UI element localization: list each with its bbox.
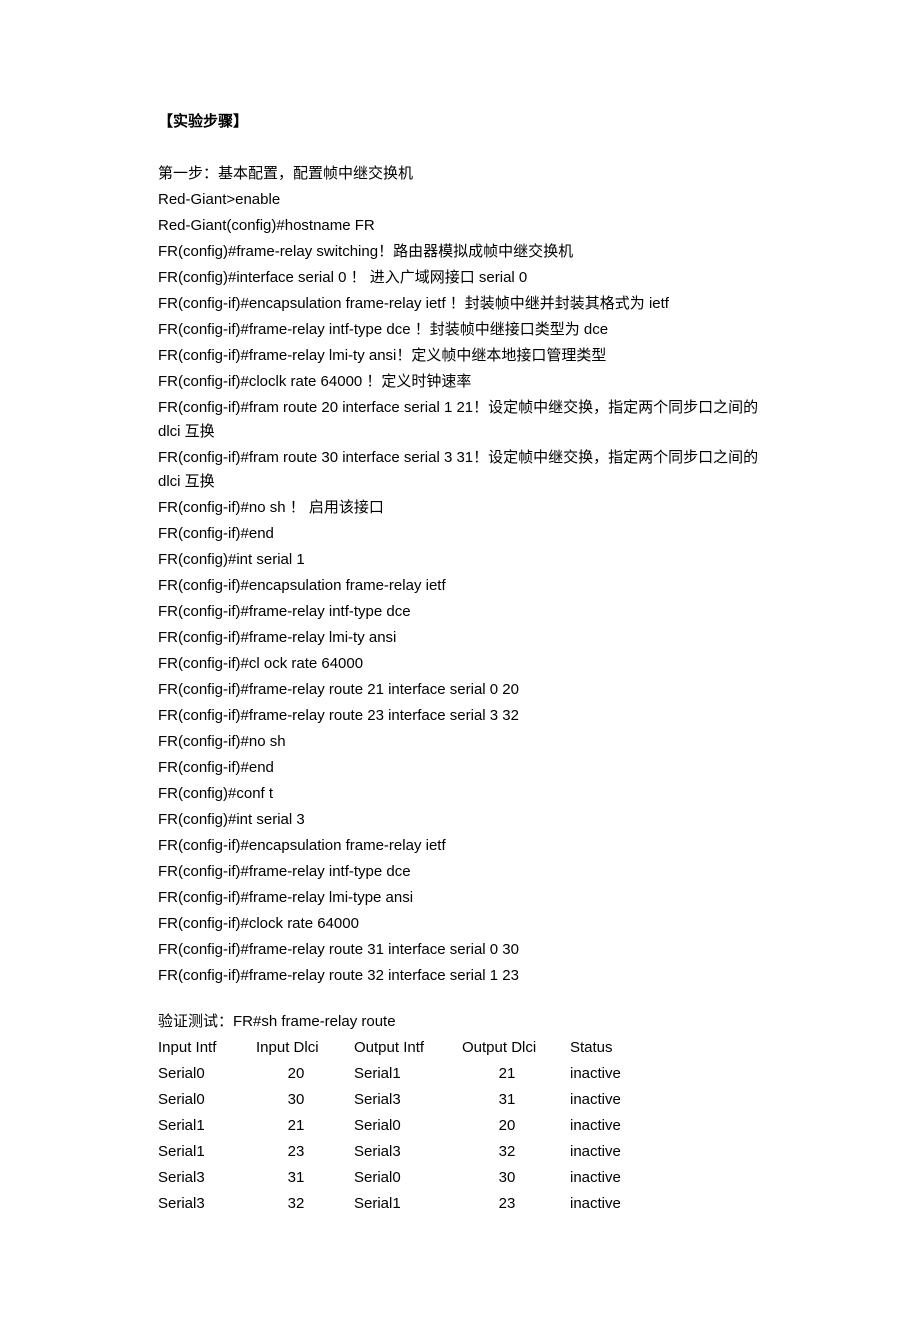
code-line: FR(config-if)#frame-relay route 31 inter… (158, 938, 762, 962)
code-line: FR(config-if)#frame-relay lmi-type ansi (158, 886, 762, 910)
cell: Serial3 (354, 1140, 462, 1166)
cell: 32 (256, 1192, 354, 1218)
code-line: FR(config)#frame-relay switching！路由器模拟成帧… (158, 240, 762, 264)
cell: 21 (256, 1114, 354, 1140)
code-line: FR(config-if)#cloclk rate 64000 ！定义时钟速率 (158, 370, 762, 394)
col-status: Status (570, 1036, 648, 1062)
table-header-row: Input Intf Input Dlci Output Intf Output… (158, 1036, 648, 1062)
cell: inactive (570, 1166, 648, 1192)
cell: inactive (570, 1088, 648, 1114)
cell: 23 (256, 1140, 354, 1166)
col-output-intf: Output Intf (354, 1036, 462, 1062)
cell: Serial3 (158, 1166, 256, 1192)
step1-title: 第一步：基本配置，配置帧中继交换机 (158, 162, 762, 186)
cell: Serial3 (158, 1192, 256, 1218)
cell: Serial1 (354, 1062, 462, 1088)
code-line: FR(config-if)#frame-relay intf-type dce (158, 600, 762, 624)
code-line: FR(config-if)#encapsulation frame-relay … (158, 292, 762, 316)
cell: 32 (462, 1140, 570, 1166)
code-line: FR(config-if)#clock rate 64000 (158, 912, 762, 936)
table-row: Serial1 21 Serial0 20 inactive (158, 1114, 648, 1140)
code-line: FR(config-if)#end (158, 756, 762, 780)
code-line: FR(config-if)#frame-relay route 23 inter… (158, 704, 762, 728)
code-line: FR(config-if)#cl ock rate 64000 (158, 652, 762, 676)
code-line: Red-Giant>enable (158, 188, 762, 212)
code-line: FR(config-if)#frame-relay intf-type dce (158, 860, 762, 884)
cell: Serial3 (354, 1088, 462, 1114)
col-input-intf: Input Intf (158, 1036, 256, 1062)
cell: 20 (256, 1062, 354, 1088)
code-line: FR(config)#int serial 1 (158, 548, 762, 572)
cell: inactive (570, 1140, 648, 1166)
code-line: FR(config-if)#no sh ！ 启用该接口 (158, 496, 762, 520)
cell: 23 (462, 1192, 570, 1218)
cell: inactive (570, 1192, 648, 1218)
table-row: Serial1 23 Serial3 32 inactive (158, 1140, 648, 1166)
code-line: FR(config-if)#frame-relay lmi-ty ansi！定义… (158, 344, 762, 368)
code-line: FR(config-if)#frame-relay intf-type dce … (158, 318, 762, 342)
verify-title: 验证测试：FR#sh frame-relay route (158, 1010, 762, 1034)
code-line: FR(config-if)#frame-relay route 21 inter… (158, 678, 762, 702)
cell: inactive (570, 1062, 648, 1088)
code-line: FR(config-if)#frame-relay route 32 inter… (158, 964, 762, 988)
table-row: Serial0 20 Serial1 21 inactive (158, 1062, 648, 1088)
frame-relay-route-table: Input Intf Input Dlci Output Intf Output… (158, 1036, 648, 1218)
code-line: FR(config-if)#fram route 30 interface se… (158, 446, 762, 494)
section-heading: 【实验步骤】 (158, 110, 762, 134)
code-line: FR(config-if)#end (158, 522, 762, 546)
cell: 21 (462, 1062, 570, 1088)
col-output-dlci: Output Dlci (462, 1036, 570, 1062)
config-block: Red-Giant>enable Red-Giant(config)#hostn… (158, 188, 762, 988)
cell: 30 (256, 1088, 354, 1114)
table-row: Serial3 32 Serial1 23 inactive (158, 1192, 648, 1218)
code-line: FR(config-if)#encapsulation frame-relay … (158, 834, 762, 858)
cell: Serial1 (354, 1192, 462, 1218)
table-row: Serial3 31 Serial0 30 inactive (158, 1166, 648, 1192)
cell: Serial0 (354, 1166, 462, 1192)
cell: Serial0 (158, 1062, 256, 1088)
document-page: 【实验步骤】 第一步：基本配置，配置帧中继交换机 Red-Giant>enabl… (0, 0, 920, 1318)
code-line: FR(config)#interface serial 0 ！ 进入广域网接口 … (158, 266, 762, 290)
cell: 31 (256, 1166, 354, 1192)
code-line: FR(config-if)#no sh (158, 730, 762, 754)
cell: Serial1 (158, 1140, 256, 1166)
cell: inactive (570, 1114, 648, 1140)
code-line: FR(config)#int serial 3 (158, 808, 762, 832)
code-line: Red-Giant(config)#hostname FR (158, 214, 762, 238)
col-input-dlci: Input Dlci (256, 1036, 354, 1062)
table-row: Serial0 30 Serial3 31 inactive (158, 1088, 648, 1114)
cell: 20 (462, 1114, 570, 1140)
code-line: FR(config-if)#frame-relay lmi-ty ansi (158, 626, 762, 650)
code-line: FR(config)#conf t (158, 782, 762, 806)
cell: Serial0 (158, 1088, 256, 1114)
cell: Serial0 (354, 1114, 462, 1140)
cell: 30 (462, 1166, 570, 1192)
cell: Serial1 (158, 1114, 256, 1140)
code-line: FR(config-if)#fram route 20 interface se… (158, 396, 762, 444)
cell: 31 (462, 1088, 570, 1114)
code-line: FR(config-if)#encapsulation frame-relay … (158, 574, 762, 598)
